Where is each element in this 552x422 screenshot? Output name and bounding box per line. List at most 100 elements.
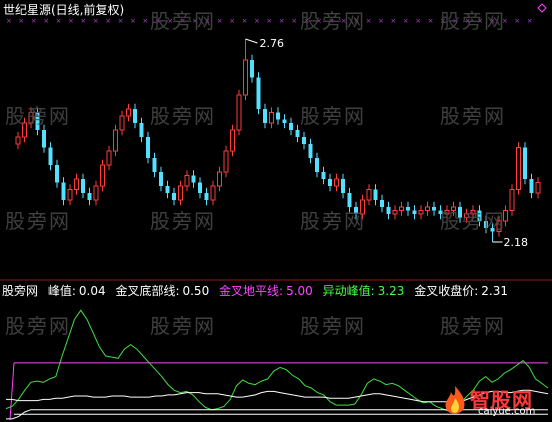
candle (276, 107, 280, 125)
top-marker: × (105, 17, 111, 25)
watermark-13: 股旁网 (300, 314, 366, 338)
candle (119, 110, 125, 136)
candle (263, 103, 267, 129)
top-marker: × (390, 17, 396, 25)
candle (55, 159, 59, 188)
candle (373, 184, 378, 206)
candle (269, 107, 274, 129)
top-marker: × (366, 17, 372, 25)
top-marker: × (291, 17, 297, 25)
top-marker: × (403, 17, 409, 25)
candle (366, 184, 372, 206)
top-marker: × (93, 17, 99, 25)
candle (204, 187, 209, 206)
candle (295, 124, 300, 143)
candle (334, 173, 339, 192)
top-marker: × (6, 17, 12, 25)
candle (81, 173, 85, 199)
chart-title: 世纪星源(日线,前复权) (3, 3, 125, 17)
candle (418, 205, 424, 220)
top-marker: × (266, 17, 272, 25)
candle (315, 152, 319, 178)
candle (328, 173, 332, 192)
top-marker: × (428, 17, 434, 25)
top-marker: × (279, 17, 285, 25)
candle (406, 201, 410, 216)
candle (152, 152, 157, 178)
candle (243, 39, 248, 101)
stock-chart-window: { "header": {"title": "世纪星源(日线,前复权)"}, "… (0, 0, 552, 422)
top-marker: × (415, 17, 421, 25)
candle (399, 201, 404, 216)
candle (74, 173, 79, 195)
candle (341, 173, 345, 199)
gold-horizon-label: 金叉地平线: (219, 284, 284, 298)
candle (178, 180, 183, 206)
candle (523, 142, 527, 185)
candle (412, 205, 417, 220)
top-marker: × (254, 17, 260, 25)
watermark-12: 股旁网 (150, 314, 216, 338)
watermark-6: 股旁网 (440, 104, 506, 128)
candle (535, 177, 541, 199)
gold-close-label: 金叉收盘价: (414, 284, 479, 298)
high-label: 2.76 (260, 37, 285, 50)
top-marker: × (43, 17, 49, 25)
diamond-marker (537, 3, 547, 13)
candle (48, 142, 53, 171)
candle (146, 131, 150, 164)
candle (392, 205, 398, 220)
watermark-8: 股旁网 (150, 209, 216, 233)
watermark-1: 股旁网 (300, 9, 366, 33)
top-marker: × (130, 17, 136, 25)
candle (289, 117, 293, 136)
candle (302, 131, 306, 150)
watermark-2: 股旁网 (440, 9, 506, 33)
low-label: 2.18 (504, 236, 529, 249)
high-pointer (245, 38, 258, 44)
gold-bottom-value: 0.50 (182, 284, 210, 298)
peak-label: 峰值: (47, 284, 76, 298)
candle (516, 142, 521, 195)
candle (184, 170, 190, 192)
top-marker: × (18, 17, 24, 25)
peak-value: 0.04 (78, 284, 106, 298)
candle (159, 166, 163, 192)
indicator-source: 股旁网 (2, 284, 39, 298)
candle (100, 159, 105, 192)
candle (126, 103, 131, 122)
brand-url: caiyue.com (478, 406, 536, 417)
horizon-line-edge (9, 362, 15, 421)
brand-logo: 智股网 caiyue.com (440, 384, 550, 420)
top-marker: × (68, 17, 74, 25)
top-marker: × (527, 17, 533, 25)
candle (87, 187, 92, 206)
candle (425, 201, 430, 216)
candle (380, 194, 384, 213)
top-marker: × (217, 17, 223, 25)
candle (529, 173, 534, 199)
gold-bottom-label: 金叉底部线: (115, 284, 180, 298)
candle (93, 180, 99, 206)
top-marker: × (56, 17, 62, 25)
candle (308, 138, 313, 164)
candle (139, 117, 144, 143)
candle (210, 180, 216, 206)
candle (386, 201, 391, 220)
top-marker: × (80, 17, 86, 25)
candle (282, 114, 287, 129)
candle (432, 201, 436, 216)
candle (61, 177, 66, 206)
candle (106, 145, 112, 171)
watermark-3: 股旁网 (5, 104, 71, 128)
candle (223, 145, 229, 178)
candle (321, 166, 326, 185)
indicator-bar: 股旁网 峰值: 0.04 金叉底部线: 0.50 金叉地平线: 5.00 异动峰值: 3… (2, 284, 508, 298)
top-marker: × (31, 17, 37, 25)
top-marker: × (514, 17, 520, 25)
candle (191, 170, 196, 188)
top-marker: × (229, 17, 235, 25)
watermark-0: 股旁网 (150, 9, 216, 33)
anomaly-peak-label: 异动峰值: (322, 284, 375, 298)
candle (15, 131, 21, 150)
